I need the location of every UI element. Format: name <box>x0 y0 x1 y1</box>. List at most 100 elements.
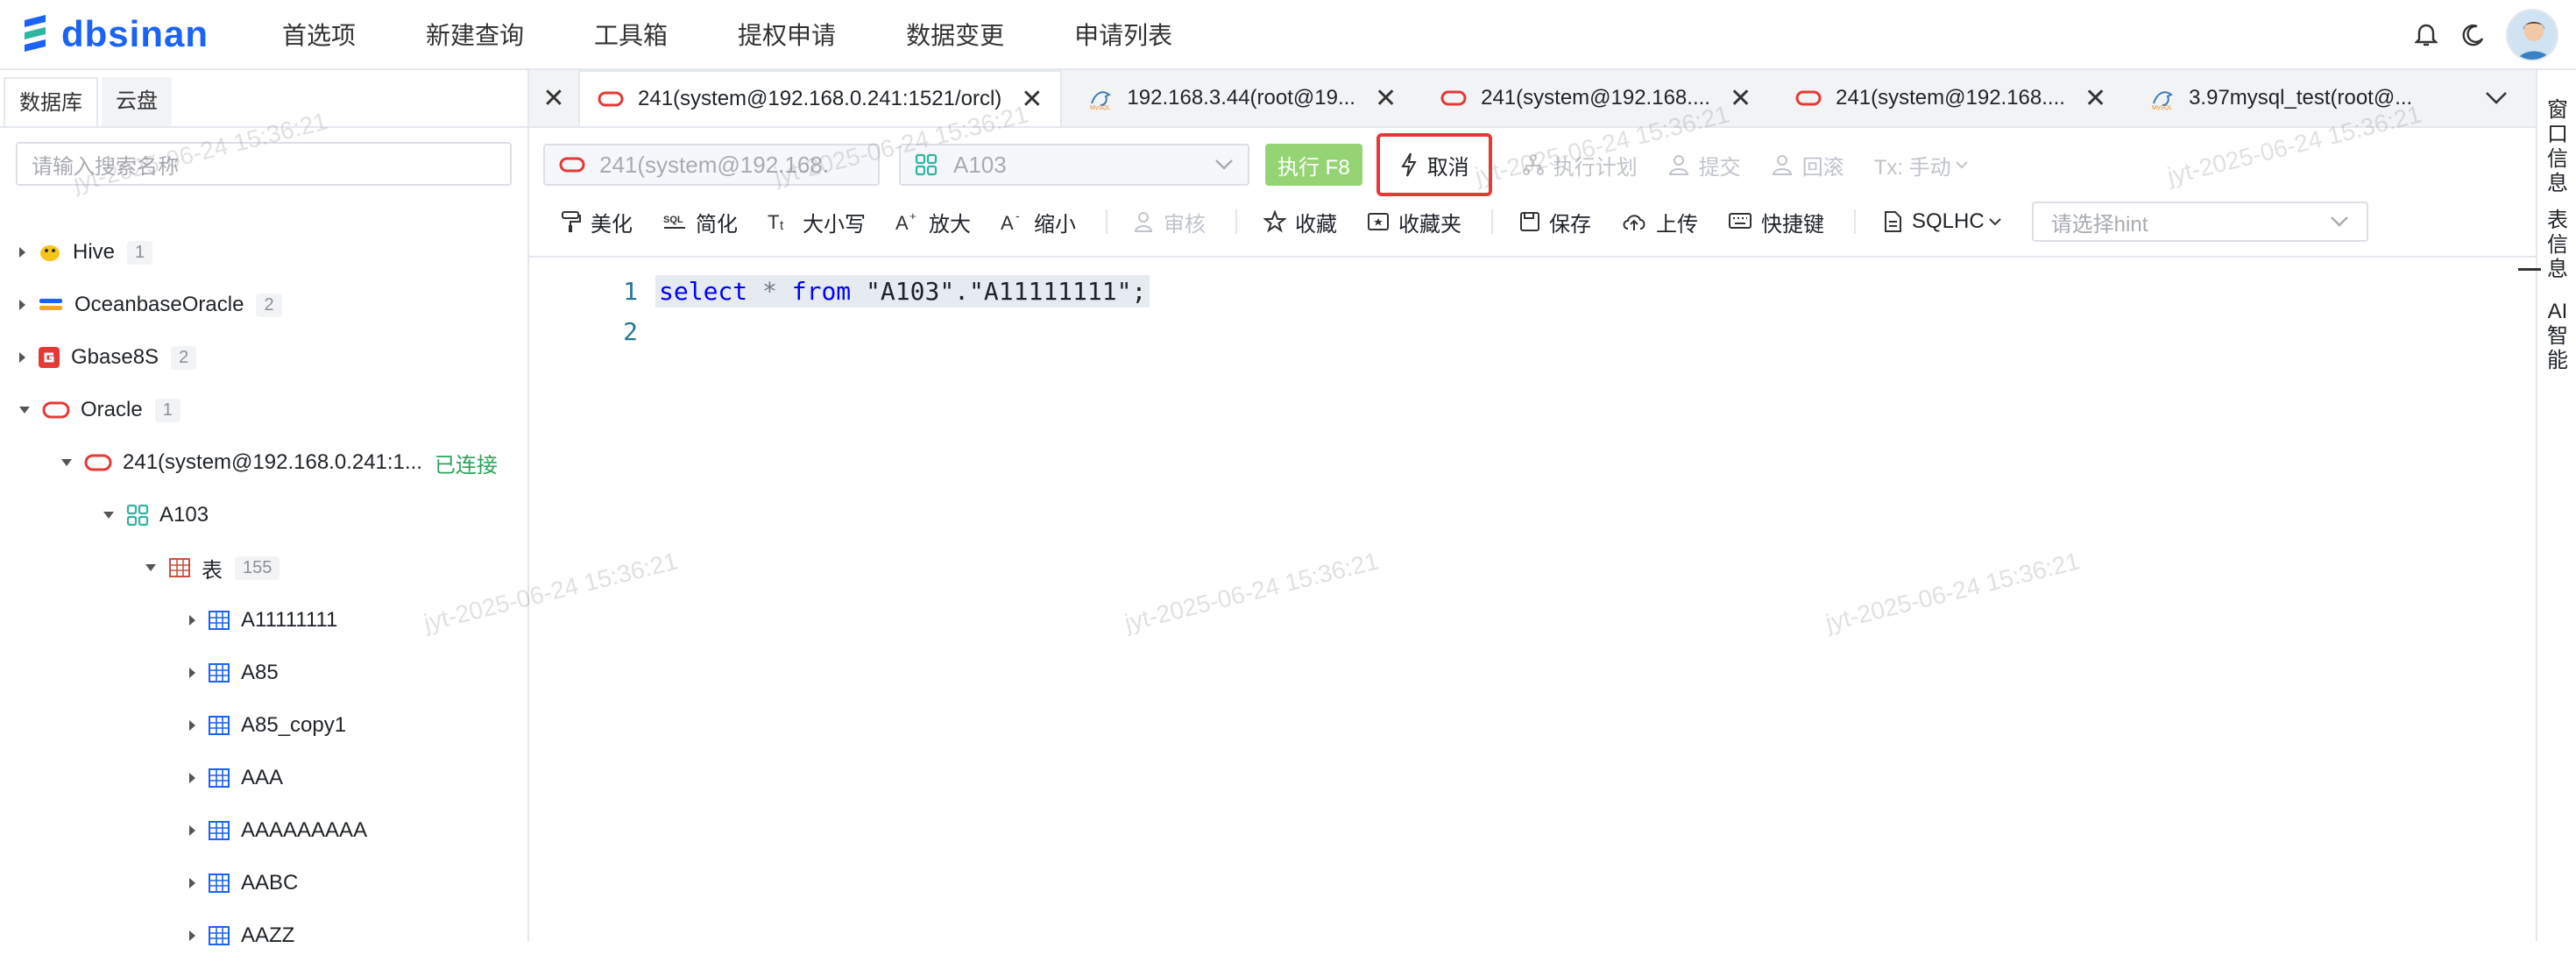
table-icon <box>208 925 230 946</box>
table-icon <box>208 715 230 736</box>
caret-right-icon[interactable] <box>19 352 25 363</box>
tree-node-table[interactable]: A85_copy1 <box>0 699 526 752</box>
caret-down-icon[interactable] <box>103 512 114 519</box>
schema-select[interactable]: A103 <box>899 144 1249 186</box>
tree-node-table[interactable]: AABC <box>0 857 526 909</box>
zoom-out-button[interactable]: A- 缩小 <box>1001 207 1076 237</box>
save-button[interactable]: 保存 <box>1519 207 1591 237</box>
simplify-button[interactable]: SQL 简化 <box>662 207 738 237</box>
gbase-icon <box>38 346 60 369</box>
zoom-in-button[interactable]: A + 放大 <box>895 207 971 237</box>
nav-new-query[interactable]: 新建查询 <box>426 17 524 52</box>
table-info-tab[interactable]: 表信息 <box>2537 209 2576 282</box>
cancel-button[interactable]: 取消 <box>1376 133 1492 196</box>
shortcuts-label: 快捷键 <box>1761 212 1824 237</box>
case-button[interactable]: Tt 大小写 <box>768 207 866 237</box>
code-line[interactable]: 1 select * from "A103"."A11111111"; <box>529 272 1150 310</box>
connection-select[interactable]: 241(system@192.168. <box>543 144 880 186</box>
tree-node-table[interactable]: AAZZ <box>0 909 526 962</box>
commit-button[interactable]: 提交 <box>1667 150 1741 180</box>
wildcard: * <box>762 276 777 306</box>
tree-node-connection[interactable]: 241(system@192.168.0.241:1... 已连接 <box>0 436 526 489</box>
nav-request-list[interactable]: 申请列表 <box>1074 17 1172 52</box>
window-info-tab[interactable]: 窗口信息 <box>2537 98 2576 196</box>
tree-node-hive[interactable]: Hive 1 <box>0 226 526 279</box>
caret-right-icon[interactable] <box>189 615 195 626</box>
dialect-select[interactable]: SQLHC <box>1882 209 2002 234</box>
text-size-icon: Tt <box>768 211 794 232</box>
tree-node-table[interactable]: A85 <box>0 647 526 699</box>
cancel-label: 取消 <box>1426 155 1469 180</box>
tree-node-table[interactable]: AAAAAAAAA <box>0 804 526 857</box>
database-tree: Hive 1 OceanbaseOracle 2 Gbase8S 2 Oracl… <box>0 226 526 962</box>
caret-right-icon[interactable] <box>189 878 195 888</box>
caret-right-icon[interactable] <box>19 247 25 258</box>
tab-database[interactable]: 数据库 <box>4 77 98 126</box>
query-tab[interactable]: 241(system@192.168.... ✕ <box>1423 70 1770 126</box>
caret-right-icon[interactable] <box>189 825 195 836</box>
oracle-icon <box>84 454 112 471</box>
tree-node-tables[interactable]: 表 155 <box>0 541 526 594</box>
nav-toolbox[interactable]: 工具箱 <box>594 17 668 52</box>
tree-node-oracle[interactable]: Oracle 1 <box>0 384 526 436</box>
sql-editor[interactable]: 1 select * from "A103"."A11111111"; 2 <box>529 256 2536 941</box>
tree-node-schema[interactable]: A103 <box>0 489 526 541</box>
nav-preferences[interactable]: 首选项 <box>282 17 356 52</box>
bell-icon[interactable] <box>2411 20 2441 50</box>
hive-icon <box>38 241 62 264</box>
nav-data-change[interactable]: 数据变更 <box>906 17 1004 52</box>
tab-cloud-disk[interactable]: 云盘 <box>102 77 172 126</box>
execute-button[interactable]: 执行 F8 <box>1265 144 1362 186</box>
right-rail: 窗口信息 表信息 AI智能 <box>2518 70 2576 941</box>
hint-select[interactable]: 请选择hint <box>2031 202 2368 242</box>
favorite-button[interactable]: 收藏 <box>1263 207 1337 237</box>
close-icon[interactable]: ✕ <box>529 70 578 126</box>
audit-button[interactable]: 审核 <box>1134 207 1206 237</box>
query-tab[interactable]: 241(system@192.168.... ✕ <box>1778 70 2125 126</box>
close-icon[interactable]: ✕ <box>1730 83 1752 114</box>
caret-right-icon[interactable] <box>189 930 195 941</box>
caret-right-icon[interactable] <box>19 300 25 310</box>
caret-right-icon[interactable] <box>189 773 195 783</box>
close-icon[interactable]: ✕ <box>2084 83 2106 114</box>
favorites-folder-button[interactable]: 收藏夹 <box>1367 207 1461 237</box>
upload-button[interactable]: 上传 <box>1621 207 1698 237</box>
beautify-button[interactable]: 美化 <box>561 207 633 237</box>
commit-icon <box>1667 153 1690 176</box>
tree-label: Oracle <box>81 398 143 421</box>
rollback-button[interactable]: 回滚 <box>1771 150 1844 180</box>
tab-label: 241(system@192.168.0.241:1521/orcl) <box>638 87 1002 110</box>
logo[interactable]: dbsinan <box>19 13 282 55</box>
tree-node-table[interactable]: A11111111 <box>0 594 526 647</box>
code-line[interactable]: 2 <box>529 312 638 350</box>
code-text[interactable]: select * from "A103"."A11111111"; <box>655 274 1150 308</box>
svg-text:SQL: SQL <box>663 215 683 225</box>
moon-icon[interactable] <box>2459 20 2488 50</box>
mysql-icon: MySQL <box>1088 86 1113 110</box>
tx-mode-select[interactable]: Tx: 手动 <box>1874 150 1969 180</box>
tree-node-table[interactable]: AAA <box>0 752 526 804</box>
chevron-down-icon[interactable] <box>2457 70 2536 126</box>
ai-tab[interactable]: AI智能 <box>2537 300 2576 373</box>
nav-privilege-request[interactable]: 提权申请 <box>738 17 836 52</box>
close-icon[interactable]: ✕ <box>1021 84 1043 115</box>
caret-right-icon[interactable] <box>189 668 195 678</box>
caret-down-icon[interactable] <box>145 564 156 571</box>
explain-plan-button[interactable]: 执行计划 <box>1522 150 1638 180</box>
caret-down-icon[interactable] <box>19 407 30 414</box>
caret-right-icon[interactable] <box>189 720 195 731</box>
avatar[interactable] <box>2506 9 2558 61</box>
count-badge: 155 <box>235 555 280 580</box>
tree-label: 表 <box>202 558 223 583</box>
query-tab[interactable]: 241(system@192.168.0.241:1521/orcl) ✕ <box>578 70 1063 126</box>
query-tab[interactable]: MySQL 3.97mysql_test(root@... <box>2133 70 2431 126</box>
shortcuts-button[interactable]: 快捷键 <box>1728 207 1824 237</box>
close-icon[interactable]: ✕ <box>1375 83 1397 114</box>
search-input[interactable]: 请输入搜索名称 <box>16 142 512 186</box>
caret-down-icon[interactable] <box>61 459 72 466</box>
tree-node-gbase[interactable]: Gbase8S 2 <box>0 331 526 384</box>
query-tab[interactable]: MySQL 192.168.3.44(root@19... ✕ <box>1071 70 1415 126</box>
schema-icon <box>915 153 938 176</box>
tree-node-oceanbase[interactable]: OceanbaseOracle 2 <box>0 279 526 331</box>
main-nav: 首选项 新建查询 工具箱 提权申请 数据变更 申请列表 <box>282 17 1242 52</box>
